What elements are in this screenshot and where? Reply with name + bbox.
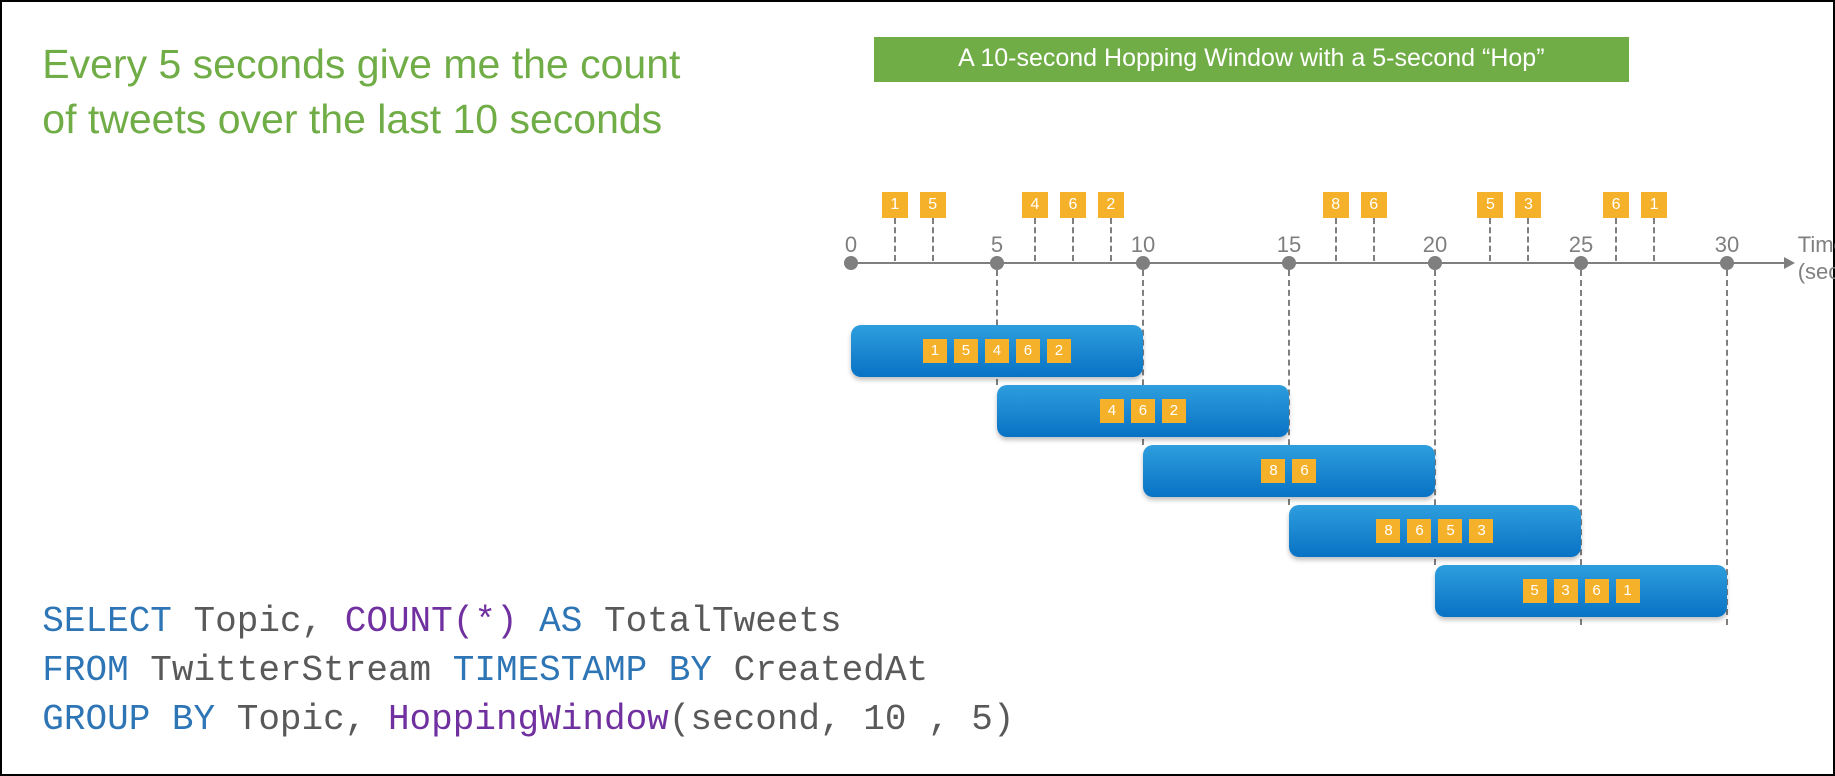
window-event: 8 (1376, 519, 1400, 543)
window-box: 86 (1143, 445, 1435, 497)
banner-title: A 10-second Hopping Window with a 5-seco… (874, 37, 1629, 82)
window-event: 8 (1261, 459, 1285, 483)
axis-label: Time (secs) (1798, 231, 1835, 286)
axis-label-line1: Time (1798, 232, 1835, 257)
window-event: 6 (1016, 339, 1040, 363)
sql-text: TwitterStream (129, 650, 453, 691)
window-box: 462 (997, 385, 1289, 437)
event-box: 2 (1098, 192, 1124, 218)
sql-text: Topic, (172, 601, 345, 642)
window-event: 6 (1585, 579, 1609, 603)
tick-dot (1720, 256, 1734, 270)
event-dash (1110, 218, 1112, 261)
tick-label: 20 (1423, 232, 1447, 258)
event-box: 1 (882, 192, 908, 218)
tick-label: 5 (991, 232, 1003, 258)
event-dash (1335, 218, 1337, 261)
event-box: 5 (920, 192, 946, 218)
page: Every 5 seconds give me the count of twe… (0, 0, 1835, 776)
tick-label: 10 (1131, 232, 1155, 258)
sql-func: COUNT(*) (345, 601, 518, 642)
window-box: 5361 (1435, 565, 1727, 617)
window-event: 5 (954, 339, 978, 363)
tick-label: 25 (1569, 232, 1593, 258)
window-event: 5 (1523, 579, 1547, 603)
event-dash (1034, 218, 1036, 261)
sql-text: TotalTweets (582, 601, 841, 642)
window-event: 6 (1292, 459, 1316, 483)
diagram-root: Every 5 seconds give me the count of twe… (42, 37, 1792, 740)
sql-keyword: SELECT (42, 601, 172, 642)
event-box: 8 (1323, 192, 1349, 218)
sql-text: (second, 10 , 5) (669, 699, 1015, 740)
event-dash (1653, 218, 1655, 261)
window-event: 4 (985, 339, 1009, 363)
sql-keyword: TIMESTAMP BY (453, 650, 712, 691)
axis-label-line2: (secs) (1798, 259, 1835, 284)
event-box: 1 (1641, 192, 1667, 218)
event-dash (932, 218, 934, 261)
event-dash (1072, 218, 1074, 261)
window-event: 1 (1616, 579, 1640, 603)
window-event: 5 (1438, 519, 1462, 543)
tick-dot (844, 256, 858, 270)
tick-dot (1136, 256, 1150, 270)
tick-label: 30 (1715, 232, 1739, 258)
event-box: 6 (1603, 192, 1629, 218)
window-event: 6 (1407, 519, 1431, 543)
event-dash (1527, 218, 1529, 261)
event-box: 6 (1060, 192, 1086, 218)
tick-label: 15 (1277, 232, 1301, 258)
description-text: Every 5 seconds give me the count of twe… (42, 37, 690, 148)
sql-keyword: GROUP BY (42, 699, 215, 740)
event-dash (894, 218, 896, 261)
sql-keyword: FROM (42, 650, 128, 691)
tick-dot (990, 256, 1004, 270)
sql-code: SELECT Topic, COUNT(*) AS TotalTweets FR… (42, 598, 1014, 744)
event-box: 3 (1515, 192, 1541, 218)
event-box: 4 (1022, 192, 1048, 218)
window-box: 8653 (1289, 505, 1581, 557)
tick-label: 0 (845, 232, 857, 258)
window-event: 1 (923, 339, 947, 363)
window-event: 3 (1469, 519, 1493, 543)
sql-text: CreatedAt (712, 650, 928, 691)
chart-area: Time (secs) 051015202530 15462865361 154… (851, 167, 1793, 607)
window-event: 2 (1162, 399, 1186, 423)
sql-keyword: AS (518, 601, 583, 642)
event-box: 5 (1477, 192, 1503, 218)
event-dash (1615, 218, 1617, 261)
window-event: 6 (1131, 399, 1155, 423)
event-box: 6 (1361, 192, 1387, 218)
sql-func: HoppingWindow (388, 699, 669, 740)
tick-dot (1574, 256, 1588, 270)
window-event: 4 (1100, 399, 1124, 423)
tick-dot (1282, 256, 1296, 270)
window-box: 15462 (851, 325, 1143, 377)
event-dash (1373, 218, 1375, 261)
event-dash (1489, 218, 1491, 261)
tick-dot (1428, 256, 1442, 270)
sql-text: Topic, (215, 699, 388, 740)
window-event: 3 (1554, 579, 1578, 603)
window-event: 2 (1047, 339, 1071, 363)
